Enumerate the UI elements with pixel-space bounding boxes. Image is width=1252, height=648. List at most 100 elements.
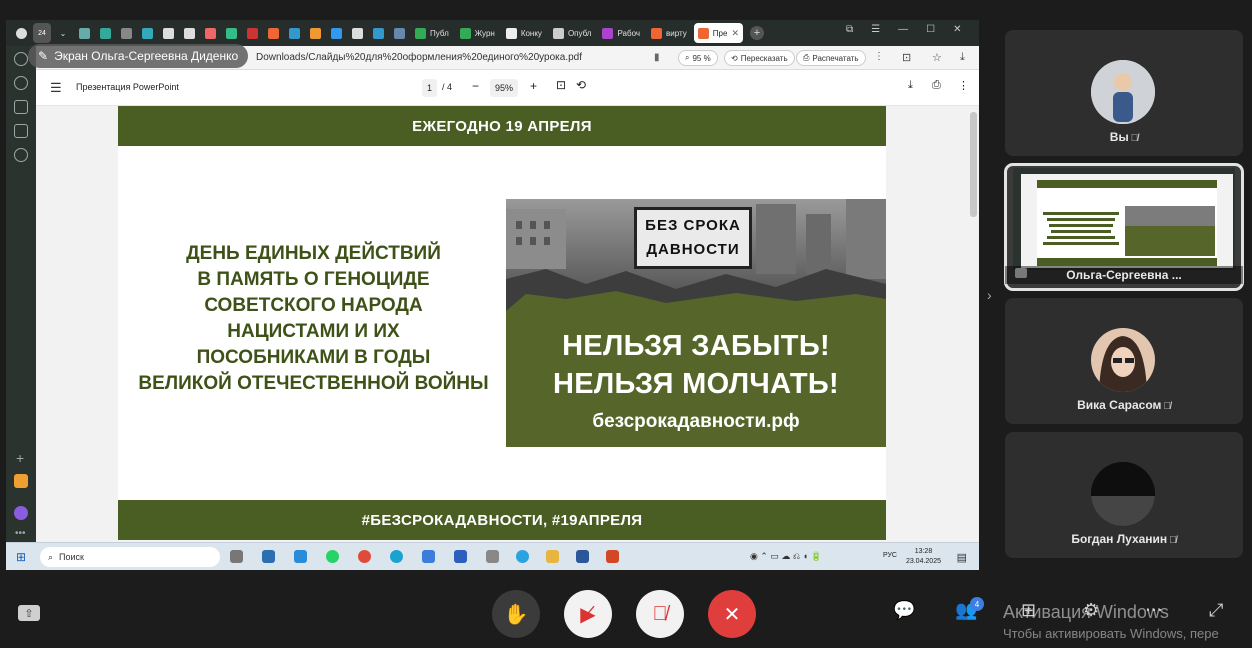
tab-favicon-icon <box>204 27 216 39</box>
close-tab-icon[interactable]: ✕ <box>731 28 739 39</box>
browser-tab[interactable] <box>180 23 198 43</box>
print-pdf-icon[interactable]: ⎙ <box>932 79 941 92</box>
fit-page-icon[interactable]: ⊡ <box>556 78 566 92</box>
reader-icon[interactable]: ⊡ <box>902 51 911 64</box>
page-input[interactable]: 1 <box>422 79 438 97</box>
clock[interactable]: 13:28 23.04.2025 <box>906 547 941 567</box>
language-indicator[interactable]: РУС <box>883 552 897 559</box>
browser-tab[interactable] <box>264 23 282 43</box>
browser-tab[interactable] <box>117 23 135 43</box>
retell-button[interactable]: ⟲ Пересказать <box>724 50 795 66</box>
browser-tab[interactable] <box>285 23 303 43</box>
notifications-icon[interactable]: ▤ <box>957 551 967 564</box>
browser-tab[interactable]: Рабоч <box>598 23 644 43</box>
more-icon[interactable]: ••• <box>15 528 26 539</box>
browser-tab[interactable] <box>138 23 156 43</box>
participant-tile-presenter[interactable]: Ольга-Сергеевна ... <box>1004 163 1244 291</box>
scrollbar[interactable] <box>970 112 977 217</box>
play-icon[interactable] <box>14 148 28 162</box>
browser-tab[interactable]: вирту <box>647 23 691 43</box>
browser-tab[interactable] <box>96 23 114 43</box>
zoom-in-icon[interactable]: + <box>530 79 537 93</box>
browser-tab[interactable]: Публ <box>411 23 453 43</box>
avatar <box>1091 60 1155 124</box>
participant-tile[interactable]: Вика Сарасом 🎙̸ <box>1005 298 1243 424</box>
url-text[interactable]: Downloads/Слайды%20для%20оформления%20ед… <box>256 52 582 63</box>
file-explorer-icon[interactable] <box>546 550 559 563</box>
browser-tab[interactable] <box>348 23 366 43</box>
download-icon[interactable]: ⤓ <box>960 51 965 64</box>
add-icon[interactable]: + <box>16 450 24 466</box>
windows-activation-watermark: Активация Windows <box>1003 602 1169 622</box>
download-pdf-icon[interactable]: ⤓ <box>908 79 913 92</box>
new-tab-button[interactable]: + <box>749 26 764 40</box>
browser-tab[interactable] <box>222 23 240 43</box>
store-icon[interactable] <box>422 550 435 563</box>
maximize-icon[interactable]: ☐ <box>926 24 935 35</box>
minimize-icon[interactable]: — <box>898 24 908 35</box>
calculator-icon[interactable] <box>262 550 275 563</box>
calendar-icon[interactable] <box>14 100 28 114</box>
zoom-out-icon[interactable]: − <box>472 79 479 93</box>
end-call-button[interactable]: ✕ <box>708 590 756 638</box>
zoom-input[interactable]: 95% <box>490 79 519 97</box>
alice-icon[interactable] <box>14 506 28 520</box>
bookmark-icon[interactable]: ▮ <box>654 52 660 63</box>
participant-tile[interactable]: Богдан Луханин 🎙̸ <box>1005 432 1243 558</box>
fullscreen-icon[interactable]: ⤢ <box>1209 600 1223 621</box>
browser-tab[interactable]: Конку <box>502 23 546 43</box>
app-icon[interactable] <box>486 550 499 563</box>
chat-icon[interactable]: 💬 <box>893 600 915 621</box>
browser-tab[interactable] <box>390 23 408 43</box>
browser-tab[interactable]: Журн <box>456 23 499 43</box>
settings-icon[interactable] <box>294 550 307 563</box>
chevron-right-icon[interactable]: › <box>987 287 992 303</box>
print-button[interactable]: ⎙ Распечатать <box>796 50 866 66</box>
pdf-viewport[interactable]: ЕЖЕГОДНО 19 АПРЕЛЯ ДЕНЬ ЕДИНЫХ ДЕЙСТВИЙ В… <box>36 106 979 570</box>
browser-tab[interactable] <box>369 23 387 43</box>
browser-tab[interactable] <box>243 23 261 43</box>
windows-start-icon[interactable]: ⊞ <box>16 550 26 564</box>
mail-icon[interactable] <box>14 474 28 488</box>
share-screen-button[interactable]: ⇧ <box>18 605 40 621</box>
pdf-more-icon[interactable]: ⋮ <box>958 79 969 92</box>
close-window-icon[interactable]: ✕ <box>953 24 961 35</box>
whatsapp-icon[interactable] <box>326 550 339 563</box>
telegram-icon[interactable] <box>516 550 529 563</box>
app-icon[interactable] <box>454 550 467 563</box>
edge-icon[interactable] <box>390 550 403 563</box>
yandex-browser-icon[interactable] <box>358 550 371 563</box>
collections-icon[interactable]: ⧉ <box>846 24 853 35</box>
camera-toggle-button[interactable]: ▶̸ <box>564 590 612 638</box>
tab-active[interactable]: Пре ✕ <box>693 23 743 43</box>
microphone-toggle-button[interactable]: 🎙̸ <box>636 590 684 638</box>
tabs-icon[interactable] <box>14 52 28 66</box>
more-menu-icon[interactable]: ⋮ <box>874 51 884 62</box>
menu-icon[interactable]: ☰ <box>50 80 62 96</box>
slide-text-line: В ПАМЯТЬ О ГЕНОЦИДЕ <box>197 269 430 290</box>
browser-tab[interactable]: Опубл <box>549 23 596 43</box>
word-icon[interactable] <box>576 550 589 563</box>
raise-hand-button[interactable]: ✋ <box>492 590 540 638</box>
rotate-icon[interactable]: ⟲ <box>576 78 586 92</box>
history-icon[interactable] <box>14 76 28 90</box>
participant-tile[interactable]: Вы 🎙̸ <box>1005 30 1243 156</box>
zoom-pill[interactable]: ⌕ 95 % <box>678 50 718 66</box>
browser-tab[interactable] <box>201 23 219 43</box>
powerpoint-icon[interactable] <box>606 550 619 563</box>
tab-favicon-icon <box>505 27 517 39</box>
favorites-icon[interactable]: ☆ <box>932 51 942 64</box>
task-view-icon[interactable] <box>230 550 243 563</box>
tab-favicon-icon <box>415 27 426 39</box>
browser-tab[interactable] <box>75 23 93 43</box>
browser-tab[interactable] <box>159 23 177 43</box>
tab-counter-icon[interactable]: 24 <box>33 23 51 43</box>
tray-icons[interactable]: ◉ ⌃ ▭ ☁ ⎌ ◖ 🔋 <box>750 551 822 562</box>
browser-tab[interactable] <box>306 23 324 43</box>
extensions-icon[interactable]: ☰ <box>871 24 880 35</box>
taskbar-search[interactable]: ⌕ Поиск <box>40 547 220 567</box>
chevron-down-icon[interactable]: ⌄ <box>54 23 72 43</box>
screenshot-icon[interactable] <box>14 124 28 138</box>
browser-tab[interactable] <box>327 23 345 43</box>
browser-menu-icon[interactable] <box>12 23 30 43</box>
